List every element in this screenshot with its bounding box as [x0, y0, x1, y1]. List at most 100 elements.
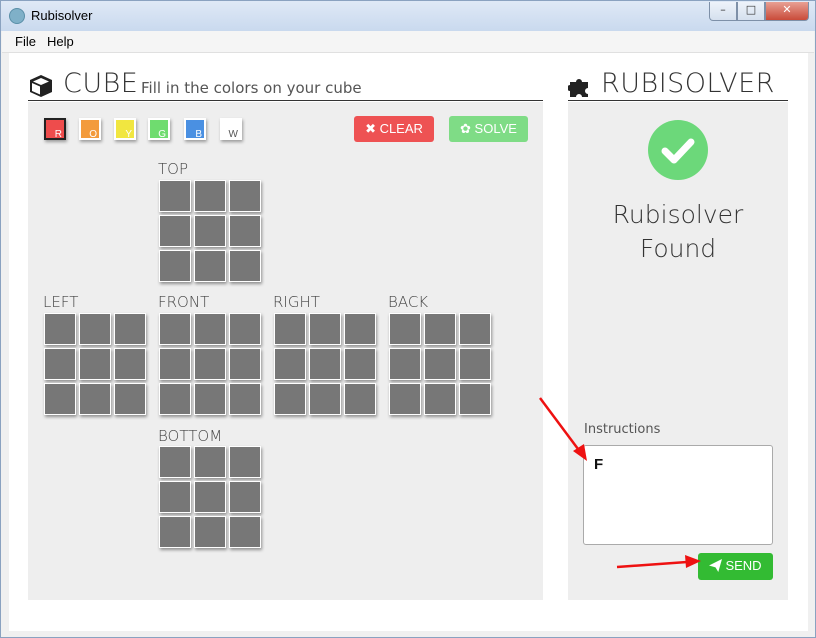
cube-panel: R O Y G B W ✖ CLEAR ✿ SOLVE TOP LEFT FRO…: [28, 102, 543, 600]
sticker-cell[interactable]: [229, 446, 261, 478]
sticker-cell[interactable]: [274, 348, 306, 380]
face-bottom: [159, 446, 263, 550]
sticker-cell[interactable]: [159, 383, 191, 415]
sticker-cell[interactable]: [344, 348, 376, 380]
window-controls: – □ ✕: [709, 2, 809, 21]
sticker-cell[interactable]: [344, 313, 376, 345]
rubisolver-title: RUBISOLVER: [601, 68, 775, 99]
face-top: [159, 180, 263, 284]
swatch-label: O: [89, 129, 97, 140]
solve-button[interactable]: ✿ SOLVE: [449, 116, 528, 142]
sticker-cell[interactable]: [44, 348, 76, 380]
sticker-cell[interactable]: [424, 383, 456, 415]
sticker-cell[interactable]: [159, 215, 191, 247]
swatch-label: G: [158, 129, 166, 140]
face-label-back: BACK: [388, 293, 429, 311]
sticker-cell[interactable]: [159, 446, 191, 478]
swatch-label: Y: [125, 129, 132, 140]
face-right: [274, 313, 378, 417]
sticker-cell[interactable]: [194, 446, 226, 478]
paper-plane-icon: [709, 559, 723, 572]
sticker-cell[interactable]: [194, 348, 226, 380]
sticker-cell[interactable]: [194, 250, 226, 282]
rubisolver-header: RUBISOLVER: [568, 68, 788, 101]
menu-file[interactable]: File: [15, 34, 36, 49]
swatch-white[interactable]: W: [220, 118, 242, 140]
send-button[interactable]: SEND: [698, 553, 773, 580]
window-title: Rubisolver: [31, 8, 93, 23]
sticker-cell[interactable]: [159, 348, 191, 380]
sticker-cell[interactable]: [44, 383, 76, 415]
sticker-cell[interactable]: [194, 180, 226, 212]
sticker-cell[interactable]: [44, 313, 76, 345]
sticker-cell[interactable]: [389, 313, 421, 345]
face-label-top: TOP: [158, 160, 189, 178]
sticker-cell[interactable]: [424, 313, 456, 345]
sticker-cell[interactable]: [229, 313, 261, 345]
sticker-cell[interactable]: [229, 348, 261, 380]
sticker-cell[interactable]: [274, 313, 306, 345]
sticker-cell[interactable]: [194, 313, 226, 345]
minimize-button[interactable]: –: [709, 2, 737, 21]
sticker-cell[interactable]: [79, 383, 111, 415]
sticker-cell[interactable]: [229, 516, 261, 548]
swatch-red[interactable]: R: [44, 118, 66, 140]
face-label-bottom: BOTTOM: [158, 427, 223, 445]
sticker-cell[interactable]: [159, 250, 191, 282]
sticker-cell[interactable]: [274, 383, 306, 415]
solver-panel: Rubisolver Found Instructions F SEND: [568, 102, 788, 600]
sticker-cell[interactable]: [194, 481, 226, 513]
sticker-cell[interactable]: [79, 313, 111, 345]
sticker-cell[interactable]: [159, 180, 191, 212]
sticker-cell[interactable]: [159, 516, 191, 548]
sticker-cell[interactable]: [229, 481, 261, 513]
cube-subtitle: Fill in the colors on your cube: [141, 79, 362, 97]
app-icon: [9, 8, 25, 24]
clear-button[interactable]: ✖ CLEAR: [354, 116, 434, 142]
sticker-cell[interactable]: [309, 383, 341, 415]
sticker-cell[interactable]: [389, 383, 421, 415]
sticker-cell[interactable]: [229, 383, 261, 415]
swatch-label: W: [228, 129, 238, 140]
title-bar[interactable]: Rubisolver – □ ✕: [1, 1, 815, 31]
sticker-cell[interactable]: [309, 313, 341, 345]
sticker-cell[interactable]: [424, 348, 456, 380]
sticker-cell[interactable]: [344, 383, 376, 415]
sticker-cell[interactable]: [114, 383, 146, 415]
sticker-cell[interactable]: [194, 215, 226, 247]
face-label-front: FRONT: [158, 293, 210, 311]
face-back: [389, 313, 493, 417]
face-front: [159, 313, 263, 417]
sticker-cell[interactable]: [459, 313, 491, 345]
instructions-label: Instructions: [584, 422, 661, 437]
close-button[interactable]: ✕: [765, 2, 809, 21]
status-line-1: Rubisolver: [612, 200, 744, 229]
sticker-cell[interactable]: [459, 348, 491, 380]
sticker-cell[interactable]: [194, 383, 226, 415]
swatch-orange[interactable]: O: [79, 118, 101, 140]
swatch-yellow[interactable]: Y: [114, 118, 136, 140]
swatch-label: B: [195, 129, 202, 140]
sticker-cell[interactable]: [229, 180, 261, 212]
sticker-cell[interactable]: [114, 348, 146, 380]
swatch-blue[interactable]: B: [184, 118, 206, 140]
instructions-textarea[interactable]: F: [583, 445, 773, 545]
status-line-2: Found: [639, 234, 717, 263]
face-label-left: LEFT: [43, 293, 79, 311]
sticker-cell[interactable]: [114, 313, 146, 345]
sticker-cell[interactable]: [389, 348, 421, 380]
sticker-cell[interactable]: [229, 250, 261, 282]
menu-help[interactable]: Help: [47, 34, 74, 49]
cube-header: CUBE Fill in the colors on your cube: [28, 68, 543, 101]
sticker-cell[interactable]: [459, 383, 491, 415]
sticker-cell[interactable]: [159, 481, 191, 513]
sticker-cell[interactable]: [309, 348, 341, 380]
check-circle-icon: [648, 120, 708, 180]
solver-status: Rubisolver Found: [568, 198, 788, 266]
maximize-button[interactable]: □: [737, 2, 765, 21]
swatch-green[interactable]: G: [148, 118, 170, 140]
sticker-cell[interactable]: [229, 215, 261, 247]
sticker-cell[interactable]: [159, 313, 191, 345]
sticker-cell[interactable]: [194, 516, 226, 548]
sticker-cell[interactable]: [79, 348, 111, 380]
